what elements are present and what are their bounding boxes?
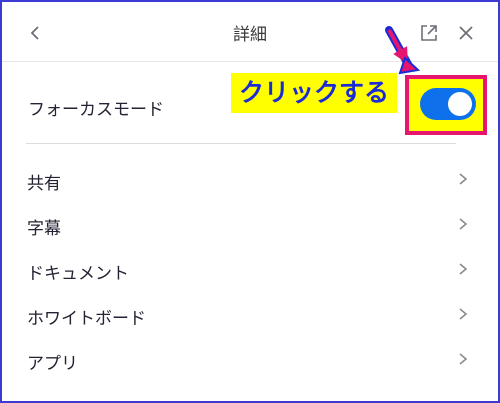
menu-item-label: ドキュメント xyxy=(27,264,129,284)
menu-item-label: ホワイトボード xyxy=(27,309,146,329)
menu-item-label: 字幕 xyxy=(27,219,61,239)
chevron-right-icon xyxy=(459,218,468,230)
chevron-right-icon xyxy=(459,173,468,185)
menu-item-label: 共有 xyxy=(27,174,61,194)
menu-item-apps[interactable]: アプリ xyxy=(2,337,498,381)
menu-item-whiteboard[interactable]: ホワイトボード xyxy=(2,292,498,336)
chevron-right-icon xyxy=(459,353,468,365)
chevron-right-icon xyxy=(459,263,468,275)
section-divider xyxy=(26,143,456,144)
menu-item-label: アプリ xyxy=(27,354,78,374)
menu-item-documents[interactable]: ドキュメント xyxy=(2,247,498,291)
menu-item-share[interactable]: 共有 xyxy=(2,157,498,201)
chevron-right-icon xyxy=(459,308,468,320)
menu-item-captions[interactable]: 字幕 xyxy=(2,202,498,246)
